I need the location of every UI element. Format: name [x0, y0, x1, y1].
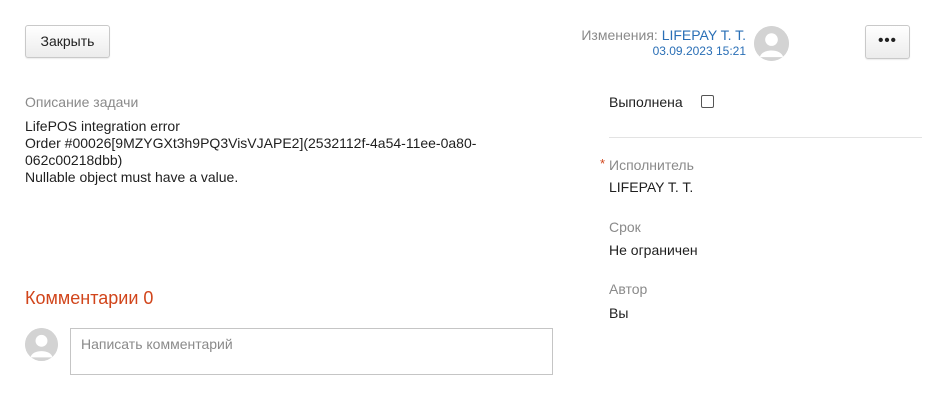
deadline-value[interactable]: Не ограничен [609, 242, 698, 258]
required-mark: * [600, 156, 606, 171]
description-line: LifePOS integration error [25, 118, 180, 134]
commenter-avatar [25, 328, 58, 361]
user-avatar-icon [25, 328, 58, 361]
assignee-label: Исполнитель [609, 157, 694, 173]
changes-label: Изменения: [581, 27, 658, 43]
more-actions-button[interactable]: ••• [865, 25, 910, 59]
comments-title: Комментарии 0 [25, 288, 154, 308]
author-label: Автор [609, 281, 648, 297]
description-line: 062c00218dbb) [25, 152, 123, 168]
close-button[interactable]: Закрыть [25, 25, 110, 58]
changes-date: 03.09.2023 15:21 [652, 44, 746, 58]
user-avatar-icon [754, 26, 789, 61]
changes-user-link[interactable]: LIFEPAY T. T. [662, 27, 746, 43]
description-line: Order #00026[9MZYGXt3h9PQ3VisVJAPE2](253… [25, 135, 477, 151]
assignee-value[interactable]: LIFEPAY T. T. [609, 179, 693, 195]
user-avatar[interactable] [754, 26, 789, 61]
description-text: LifePOS integration error Order #00026[9… [25, 118, 545, 186]
done-checkbox[interactable] [701, 95, 714, 108]
description-line: Nullable object must have a value. [25, 169, 239, 185]
divider [609, 137, 922, 138]
comment-input[interactable]: Написать комментарий [70, 328, 553, 375]
author-value: Вы [609, 305, 629, 321]
changes-info: Изменения: LIFEPAY T. T. 03.09.2023 15:2… [581, 27, 746, 58]
done-label: Выполнена [609, 94, 683, 110]
deadline-label: Срок [609, 219, 641, 235]
description-label: Описание задачи [25, 94, 139, 110]
